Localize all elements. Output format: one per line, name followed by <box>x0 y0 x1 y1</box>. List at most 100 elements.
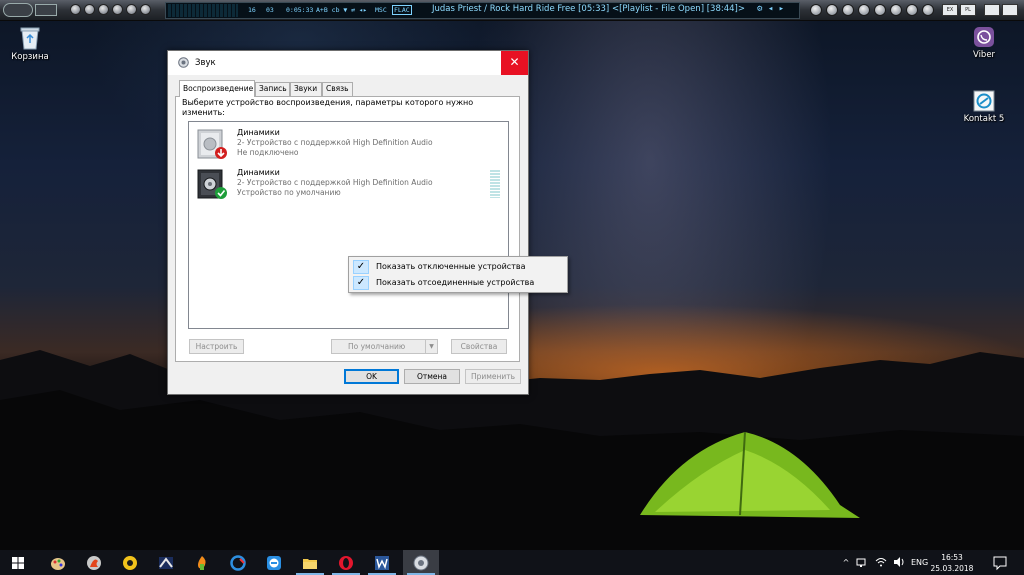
file-explorer-icon <box>303 559 317 569</box>
taskbar-app-paint[interactable] <box>40 550 76 575</box>
player-flags: A+B cb ▼ ⇄ ◂▸ <box>316 6 367 14</box>
taskbar-app-fl-studio[interactable] <box>184 550 220 575</box>
chevron-down-icon[interactable]: ▼ <box>425 340 437 353</box>
tab-communications[interactable]: Связь <box>322 82 353 96</box>
media-player-bar: 16 03 0:05:33 A+B cb ▼ ⇄ ◂▸ MSC FLAC Jud… <box>0 0 1024 21</box>
device-name: Динамики <box>237 128 280 137</box>
device-status: Устройство по умолчанию <box>237 188 341 197</box>
desktop-icon-recycle-bin[interactable]: Корзина <box>0 26 60 62</box>
kontakt-icon <box>973 90 995 112</box>
shuffle-button[interactable] <box>906 4 918 16</box>
player-counter-a: 16 <box>248 6 256 14</box>
player-time: 0:05:33 <box>286 6 314 14</box>
menu-item-label: Показать отключенные устройства <box>376 262 526 271</box>
dialog-close-button[interactable]: ✕ <box>501 51 528 75</box>
device-name: Динамики <box>237 168 280 177</box>
tray-clock[interactable]: 16:53 25.03.2018 <box>929 550 975 575</box>
taskbar-app-word[interactable] <box>364 550 400 575</box>
settings-icon[interactable]: ⚙ ◂ ▸ <box>757 4 784 14</box>
tab-sounds[interactable]: Звуки <box>290 82 322 96</box>
app-teamviewer-icon <box>267 556 281 570</box>
device-description: 2- Устройство с поддержкой High Definiti… <box>237 138 433 147</box>
speaker-app-icon <box>178 57 189 68</box>
network-icon <box>856 558 866 567</box>
wifi-icon <box>875 558 887 567</box>
tray-network-button[interactable] <box>856 550 870 575</box>
device-item-speakers-default[interactable]: Динамики 2- Устройство с поддержкой High… <box>195 168 495 204</box>
minimize-button[interactable] <box>984 4 1000 16</box>
sound-app-icon <box>413 555 429 571</box>
checkmark-icon: ✓ <box>353 260 369 274</box>
taskbar-app-explorer[interactable] <box>292 550 328 575</box>
dialog-title: Звук <box>195 58 216 68</box>
player-menu-icon[interactable] <box>35 4 57 16</box>
properties-button[interactable]: Свойства <box>451 339 507 354</box>
tab-playback[interactable]: Воспроизведение <box>179 80 255 97</box>
viber-icon <box>974 27 994 47</box>
tab-recording[interactable]: Запись <box>255 82 290 96</box>
playlist-button[interactable]: PL <box>960 4 976 16</box>
desktop-icon-label: Viber <box>972 50 996 60</box>
volume-icon <box>894 557 904 567</box>
player-option-button[interactable] <box>126 4 137 15</box>
device-list[interactable]: Динамики 2- Устройство с поддержкой High… <box>188 121 509 329</box>
taskbar-app-ccleaner[interactable] <box>220 550 256 575</box>
player-format: MSC <box>375 6 387 14</box>
taskbar-app-sound[interactable] <box>403 550 439 575</box>
app-winamp-icon <box>159 557 173 569</box>
speaker-device-icon <box>197 129 227 159</box>
menu-item-show-disabled[interactable]: ✓ Показать отключенные устройства <box>351 259 567 275</box>
tray-language[interactable]: ENG <box>911 550 929 575</box>
set-default-button[interactable]: По умолчанию ▼ <box>331 339 438 354</box>
player-option-button[interactable] <box>84 4 95 15</box>
taskbar: ^ ENG 16:53 25.03.2018 <box>0 550 1024 575</box>
player-visualizer <box>168 4 238 17</box>
taskbar-app-burn[interactable] <box>76 550 112 575</box>
apply-button[interactable]: Применить <box>465 369 521 384</box>
cancel-button[interactable]: Отмена <box>404 369 460 384</box>
sound-dialog: Звук ✕ Воспроизведение Запись Звуки Связ… <box>167 50 529 395</box>
menu-item-label: Показать отсоединенные устройства <box>376 278 535 287</box>
open-button[interactable] <box>890 4 902 16</box>
desktop-icon-kontakt[interactable]: Kontakt 5 <box>954 90 1014 124</box>
word-icon <box>375 556 389 570</box>
close-icon: ✕ <box>509 55 520 69</box>
taskbar-app-winamp[interactable] <box>148 550 184 575</box>
tray-wifi-button[interactable] <box>874 550 888 575</box>
taskbar-app-yellow[interactable] <box>112 550 148 575</box>
app-paint-icon <box>51 558 65 570</box>
tray-volume-button[interactable] <box>892 550 906 575</box>
ex-button[interactable]: EX <box>942 4 958 16</box>
volume-level-meter <box>490 170 500 198</box>
dialog-title-bar[interactable]: Звук ✕ <box>168 51 528 75</box>
configure-button[interactable]: Настроить <box>189 339 244 354</box>
windows-start-icon <box>12 557 24 569</box>
player-option-button[interactable] <box>70 4 81 15</box>
opera-icon <box>339 556 353 570</box>
next-button[interactable] <box>874 4 886 16</box>
player-option-button[interactable] <box>140 4 151 15</box>
player-badge: FLAC <box>392 5 412 15</box>
menu-item-show-disconnected[interactable]: ✓ Показать отсоединенные устройства <box>351 275 567 291</box>
desktop-icon-label: Kontakt 5 <box>963 114 1005 124</box>
desktop-icon-viber[interactable]: Viber <box>954 26 1014 60</box>
ok-button[interactable]: OK <box>344 369 399 384</box>
pause-button[interactable] <box>858 4 870 16</box>
previous-button[interactable] <box>810 4 822 16</box>
play-button[interactable] <box>842 4 854 16</box>
app-yellow-icon <box>123 556 137 570</box>
clock-time: 16:53 <box>941 553 963 562</box>
player-option-button[interactable] <box>98 4 109 15</box>
taskbar-app-teamviewer[interactable] <box>256 550 292 575</box>
player-option-button[interactable] <box>112 4 123 15</box>
taskbar-app-opera[interactable] <box>328 550 364 575</box>
repeat-button[interactable] <box>922 4 934 16</box>
tray-overflow-chevron[interactable]: ^ <box>840 550 852 575</box>
device-status: Не подключено <box>237 148 299 157</box>
start-button[interactable] <box>0 550 36 575</box>
action-center-button[interactable] <box>992 550 1008 575</box>
device-item-speakers-disconnected[interactable]: Динамики 2- Устройство с поддержкой High… <box>195 128 495 164</box>
close-button[interactable] <box>1002 4 1018 16</box>
device-description: 2- Устройство с поддержкой High Definiti… <box>237 178 433 187</box>
stop-button[interactable] <box>826 4 838 16</box>
